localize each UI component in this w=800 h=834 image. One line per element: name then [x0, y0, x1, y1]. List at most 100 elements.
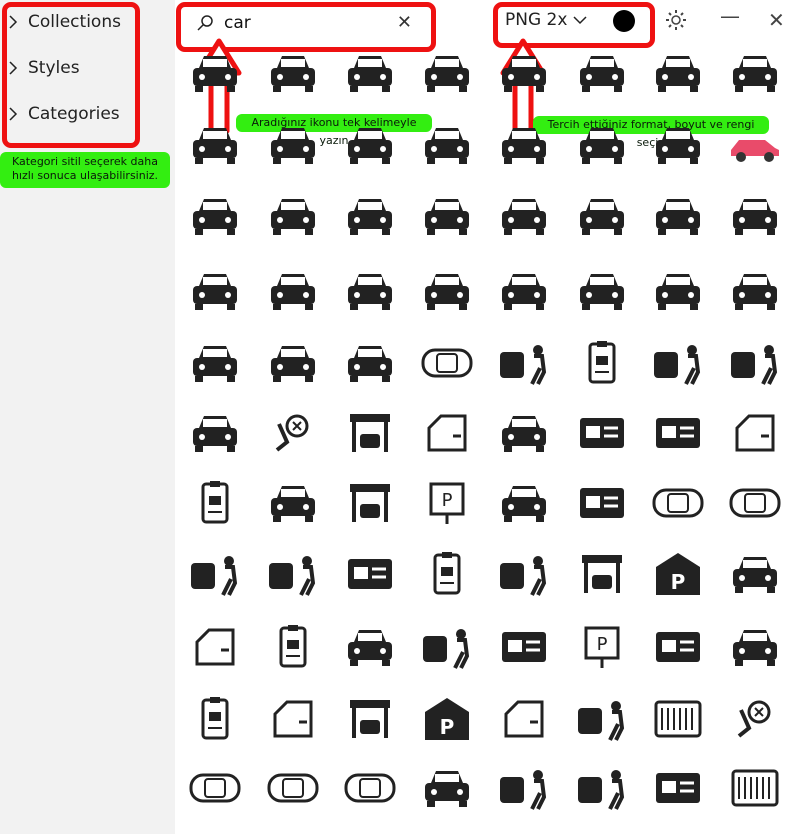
icon-cell[interactable]: P	[564, 614, 640, 684]
icon-cell[interactable]	[332, 541, 408, 611]
icon-cell[interactable]	[564, 40, 640, 110]
icon-cell[interactable]	[409, 330, 485, 400]
icon-cell[interactable]	[717, 183, 793, 253]
minimize-icon[interactable]: —	[720, 4, 740, 28]
icon-cell[interactable]	[640, 400, 716, 470]
icon-cell[interactable]: P	[409, 470, 485, 540]
format-dropdown[interactable]: PNG 2x	[505, 10, 587, 30]
icon-cell[interactable]	[332, 400, 408, 470]
icon-cell[interactable]	[640, 40, 716, 110]
icon-cell[interactable]	[332, 258, 408, 328]
icon-cell[interactable]	[255, 112, 331, 182]
close-icon[interactable]: ✕	[397, 12, 412, 33]
icon-cell[interactable]	[409, 541, 485, 611]
icon-cell[interactable]	[717, 112, 793, 182]
icon-cell[interactable]	[640, 330, 716, 400]
icon-cell[interactable]	[564, 330, 640, 400]
icon-cell[interactable]	[564, 470, 640, 540]
icon-cell[interactable]	[255, 330, 331, 400]
icon-cell[interactable]	[332, 112, 408, 182]
icon-cell[interactable]	[486, 112, 562, 182]
icon-cell[interactable]	[177, 258, 253, 328]
icon-cell[interactable]	[486, 755, 562, 825]
icon-cell[interactable]	[177, 40, 253, 110]
icon-cell[interactable]	[409, 112, 485, 182]
icon-cell[interactable]	[409, 258, 485, 328]
icon-cell[interactable]	[717, 400, 793, 470]
icon-cell[interactable]	[640, 614, 716, 684]
icon-cell[interactable]	[640, 183, 716, 253]
icon-cell[interactable]	[255, 40, 331, 110]
icon-cell[interactable]	[177, 541, 253, 611]
icon-cell[interactable]	[564, 258, 640, 328]
icon-cell[interactable]	[332, 755, 408, 825]
icon-cell[interactable]	[177, 686, 253, 756]
icon-cell[interactable]	[486, 258, 562, 328]
icon-cell[interactable]	[717, 470, 793, 540]
icon-cell[interactable]	[486, 400, 562, 470]
close-window-icon[interactable]: ✕	[768, 8, 785, 32]
icon-cell[interactable]	[564, 112, 640, 182]
icon-cell[interactable]	[564, 400, 640, 470]
icon-cell[interactable]	[486, 40, 562, 110]
icon-cell[interactable]	[255, 614, 331, 684]
car-front-icon	[417, 120, 477, 174]
icon-cell[interactable]	[409, 755, 485, 825]
icon-cell[interactable]: P	[409, 686, 485, 756]
icon-cell[interactable]	[717, 541, 793, 611]
icon-cell[interactable]	[177, 112, 253, 182]
icon-cell[interactable]	[640, 258, 716, 328]
icon-cell[interactable]	[486, 541, 562, 611]
icon-cell[interactable]	[177, 183, 253, 253]
icon-cell[interactable]	[486, 614, 562, 684]
icon-cell[interactable]	[640, 755, 716, 825]
icon-cell[interactable]	[717, 330, 793, 400]
icon-cell[interactable]	[409, 183, 485, 253]
search-input[interactable]: car ✕	[190, 8, 420, 38]
icon-cell[interactable]	[717, 755, 793, 825]
icon-cell[interactable]: P	[640, 541, 716, 611]
license-card-icon	[340, 549, 400, 603]
icon-cell[interactable]	[177, 755, 253, 825]
icon-cell[interactable]	[564, 686, 640, 756]
car-front-icon	[494, 191, 554, 245]
icon-cell[interactable]	[255, 400, 331, 470]
icon-cell[interactable]	[486, 183, 562, 253]
icon-cell[interactable]	[564, 755, 640, 825]
id-badge-icon	[572, 338, 632, 392]
icon-cell[interactable]	[332, 686, 408, 756]
icon-cell[interactable]	[640, 470, 716, 540]
icon-cell[interactable]	[332, 40, 408, 110]
icon-cell[interactable]	[409, 40, 485, 110]
icon-cell[interactable]	[255, 183, 331, 253]
icon-cell[interactable]	[409, 400, 485, 470]
icon-cell[interactable]	[255, 686, 331, 756]
icon-cell[interactable]	[640, 112, 716, 182]
icon-cell[interactable]	[255, 755, 331, 825]
icon-cell[interactable]	[717, 40, 793, 110]
icon-cell[interactable]	[564, 183, 640, 253]
icon-cell[interactable]	[717, 614, 793, 684]
icon-cell[interactable]	[486, 686, 562, 756]
icon-cell[interactable]	[177, 470, 253, 540]
icon-cell[interactable]	[717, 686, 793, 756]
icon-cell[interactable]	[255, 470, 331, 540]
icon-cell[interactable]	[255, 541, 331, 611]
icon-cell[interactable]	[177, 400, 253, 470]
icon-cell[interactable]	[255, 258, 331, 328]
icon-cell[interactable]	[332, 330, 408, 400]
icon-cell[interactable]	[332, 614, 408, 684]
icon-cell[interactable]	[564, 541, 640, 611]
icon-cell[interactable]	[640, 686, 716, 756]
icon-cell[interactable]	[332, 470, 408, 540]
gear-icon[interactable]	[664, 8, 688, 37]
icon-cell[interactable]	[717, 258, 793, 328]
icon-cell[interactable]	[409, 614, 485, 684]
icon-cell[interactable]	[332, 183, 408, 253]
color-picker[interactable]	[613, 10, 635, 32]
icon-cell[interactable]	[486, 470, 562, 540]
icon-cell[interactable]	[486, 330, 562, 400]
garage-icon	[340, 478, 400, 532]
icon-cell[interactable]	[177, 330, 253, 400]
icon-cell[interactable]	[177, 614, 253, 684]
